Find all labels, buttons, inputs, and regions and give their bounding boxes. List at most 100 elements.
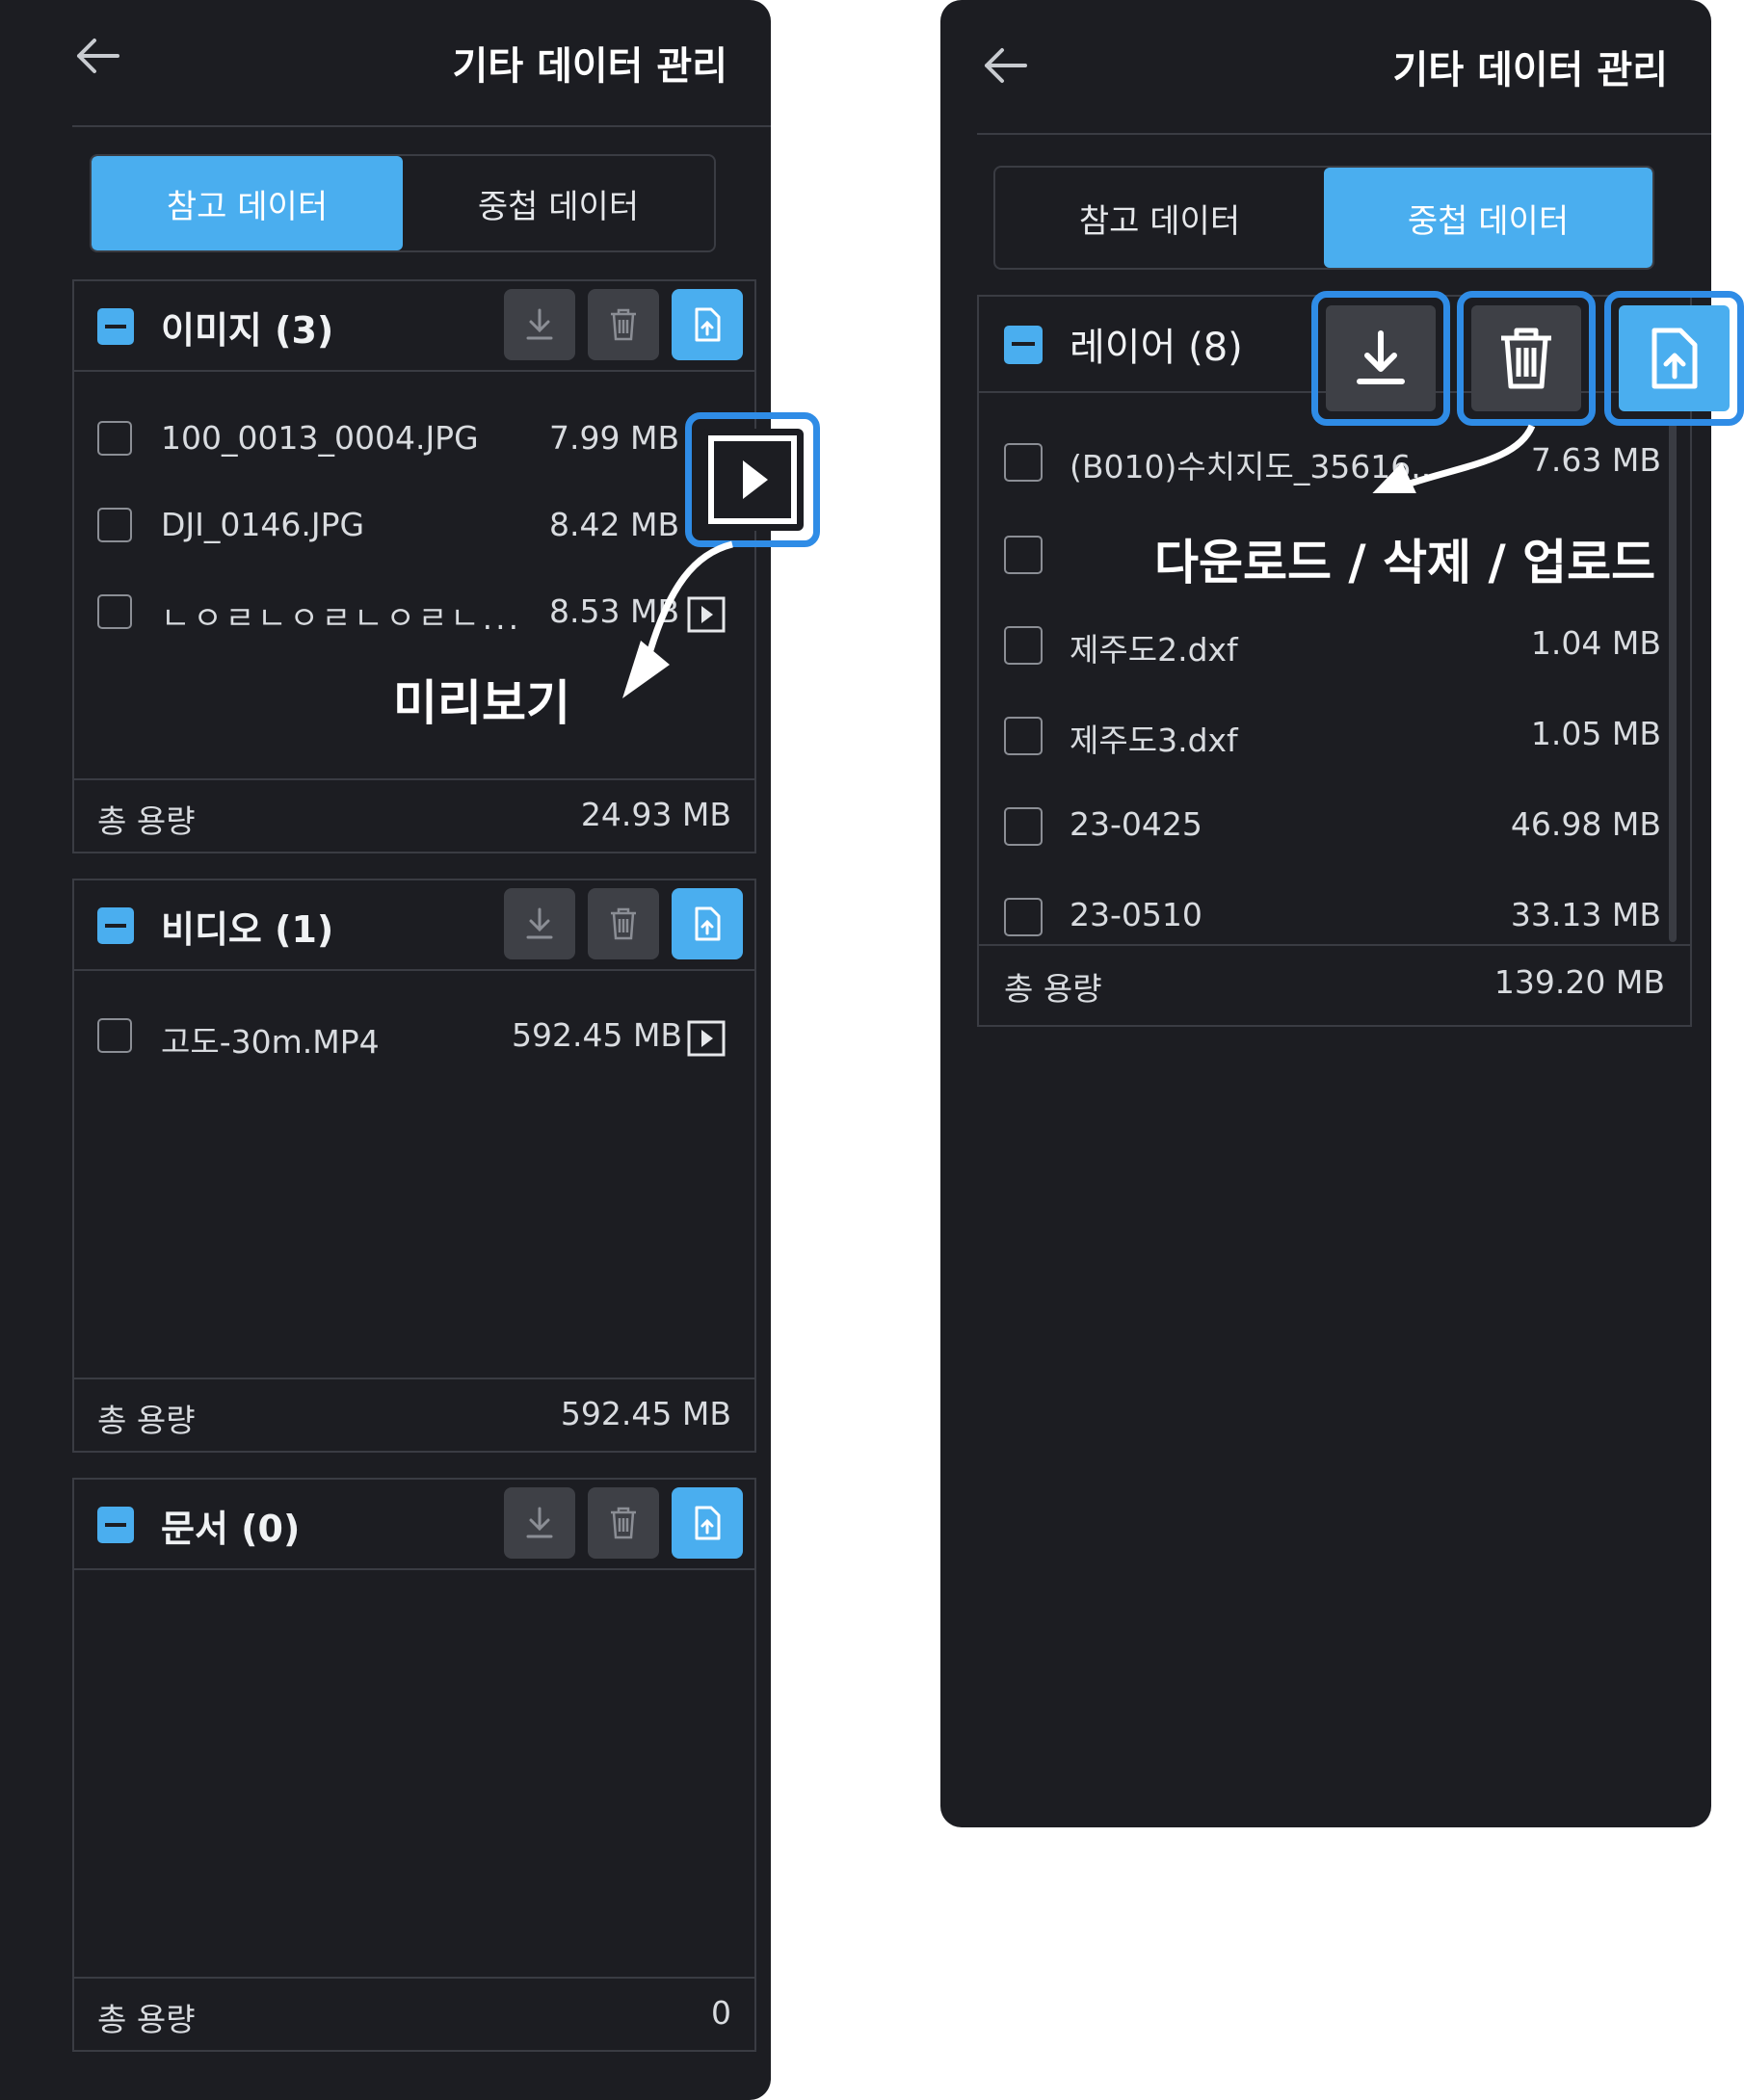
- delete-button[interactable]: [588, 289, 659, 360]
- divider: [977, 133, 1711, 135]
- file-name: 100_0013_0004.JPG: [161, 419, 479, 457]
- list-item[interactable]: 제주도3.dxf 1.05 MB: [979, 711, 1690, 769]
- download-button[interactable]: [504, 888, 575, 959]
- section-title: 비디오 (1): [161, 908, 334, 951]
- section-title: 레이어 (8): [1070, 326, 1243, 370]
- section-header: 문서 (0): [74, 1480, 754, 1570]
- list-clip: 23-0510 33.13 MB: [979, 875, 1690, 948]
- file-size: 7.63 MB: [1530, 441, 1661, 479]
- collapse-checkbox[interactable]: [97, 308, 134, 345]
- section-documents: 문서 (0) 총 용량 0: [72, 1478, 756, 2052]
- tab-overlay-data[interactable]: 중첩 데이터: [1324, 168, 1652, 268]
- download-highlight: [1311, 291, 1450, 426]
- section-title: 이미지 (3): [161, 309, 334, 352]
- file-checkbox[interactable]: [1004, 807, 1043, 846]
- page-title: 기타 데이터 관리: [452, 44, 727, 89]
- file-checkbox[interactable]: [1004, 898, 1043, 936]
- file-checkbox[interactable]: [1004, 626, 1043, 665]
- upload-button[interactable]: [672, 888, 743, 959]
- tab-bar: 참고 데이터 중첩 데이터: [993, 166, 1654, 270]
- header: 기타 데이터 관리: [940, 0, 1711, 125]
- file-name: 제주도3.dxf: [1070, 722, 1238, 759]
- upload-button[interactable]: [672, 289, 743, 360]
- callout-arrow: [622, 540, 733, 698]
- file-size: 33.13 MB: [1510, 896, 1661, 933]
- list-item[interactable]: 고도-30m.MP4 592.45 MB: [74, 1007, 754, 1064]
- file-size: 592.45 MB: [512, 1016, 683, 1054]
- file-checkbox[interactable]: [97, 508, 132, 542]
- section-footer: 총 용량 139.20 MB: [979, 944, 1690, 1025]
- list-item[interactable]: 100_0013_0004.JPG 7.99 MB: [74, 409, 754, 467]
- file-name: 고도-30m.MP4: [161, 1023, 380, 1061]
- trash-icon: [611, 1507, 636, 1539]
- tab-reference-data[interactable]: 참고 데이터: [995, 168, 1324, 268]
- delete-button[interactable]: [588, 1487, 659, 1559]
- file-checkbox[interactable]: [1004, 536, 1043, 574]
- download-button[interactable]: [504, 289, 575, 360]
- file-name: DJI_0146.JPG: [161, 506, 365, 543]
- preview-highlight: [685, 412, 820, 547]
- file-size: 46.98 MB: [1510, 805, 1661, 843]
- header: 기타 데이터 관리: [0, 0, 771, 125]
- delete-highlight: [1457, 291, 1596, 426]
- list-item[interactable]: 제주도2.dxf 1.04 MB: [979, 620, 1690, 678]
- section-footer: 총 용량 592.45 MB: [74, 1378, 754, 1451]
- file-name: 23-0425: [1070, 805, 1202, 843]
- delete-button[interactable]: [588, 888, 659, 959]
- upload-file-icon: [1652, 328, 1697, 389]
- file-checkbox[interactable]: [97, 421, 132, 456]
- back-arrow-icon[interactable]: [75, 37, 119, 75]
- upload-file-icon: [695, 1506, 721, 1540]
- left-panel: 기타 데이터 관리 참고 데이터 중첩 데이터 이미지 (3) 100_0013…: [0, 0, 771, 2100]
- trash-icon: [1501, 328, 1551, 389]
- download-button[interactable]: [504, 1487, 575, 1559]
- trash-icon: [611, 308, 636, 341]
- preview-button[interactable]: [701, 429, 804, 531]
- back-arrow-icon[interactable]: [983, 46, 1027, 85]
- play-icon: [708, 435, 797, 524]
- total-label: 총 용량: [1004, 970, 1102, 1008]
- total-label: 총 용량: [97, 1402, 196, 1439]
- file-checkbox[interactable]: [97, 594, 132, 629]
- scrollbar[interactable]: [1669, 422, 1677, 942]
- file-size: 7.99 MB: [549, 419, 680, 457]
- upload-highlight: [1604, 291, 1744, 426]
- section-header: 비디오 (1): [74, 880, 754, 971]
- file-checkbox[interactable]: [1004, 443, 1043, 482]
- section-header: 이미지 (3): [74, 281, 754, 372]
- total-size: 0: [711, 1994, 731, 2032]
- section-footer: 총 용량 24.93 MB: [74, 778, 754, 852]
- tab-reference-data[interactable]: 참고 데이터: [92, 156, 403, 250]
- collapse-checkbox[interactable]: [1004, 326, 1043, 364]
- file-checkbox[interactable]: [97, 1018, 132, 1053]
- list-item[interactable]: 23-0425 46.98 MB: [979, 801, 1690, 859]
- tab-bar: 참고 데이터 중첩 데이터: [90, 154, 716, 252]
- divider: [72, 125, 771, 127]
- upload-button[interactable]: [672, 1487, 743, 1559]
- file-checkbox[interactable]: [1004, 717, 1043, 755]
- file-name: ㄴㅇㄹㄴㅇㄹㄴㅇㄹㄴ...: [161, 599, 522, 637]
- download-icon: [1357, 330, 1405, 384]
- total-size: 592.45 MB: [560, 1395, 731, 1432]
- list-item[interactable]: (B010)수치지도_35616... 7.63 MB: [979, 437, 1690, 495]
- list-item[interactable]: 23-0510 33.13 MB: [979, 892, 1690, 948]
- download-icon: [526, 1507, 553, 1538]
- download-icon: [526, 907, 553, 939]
- delete-button[interactable]: [1471, 305, 1581, 411]
- upload-button[interactable]: [1619, 305, 1730, 411]
- total-size: 139.20 MB: [1493, 963, 1665, 1001]
- total-label: 총 용량: [97, 2001, 196, 2038]
- trash-icon: [611, 907, 636, 940]
- page-title: 기타 데이터 관리: [1392, 48, 1668, 92]
- file-name: 23-0510: [1070, 896, 1202, 933]
- collapse-checkbox[interactable]: [97, 907, 134, 944]
- section-video: 비디오 (1) 고도-30m.MP4 592.45 MB 총 용량 592.45…: [72, 879, 756, 1453]
- play-icon[interactable]: [687, 1020, 726, 1057]
- collapse-checkbox[interactable]: [97, 1507, 134, 1543]
- total-size: 24.93 MB: [580, 796, 731, 833]
- file-size: 1.05 MB: [1530, 715, 1661, 752]
- download-button[interactable]: [1326, 305, 1436, 411]
- tab-overlay-data[interactable]: 중첩 데이터: [403, 156, 714, 250]
- section-footer: 총 용량 0: [74, 1977, 754, 2050]
- preview-callout-label: 미리보기: [393, 675, 570, 731]
